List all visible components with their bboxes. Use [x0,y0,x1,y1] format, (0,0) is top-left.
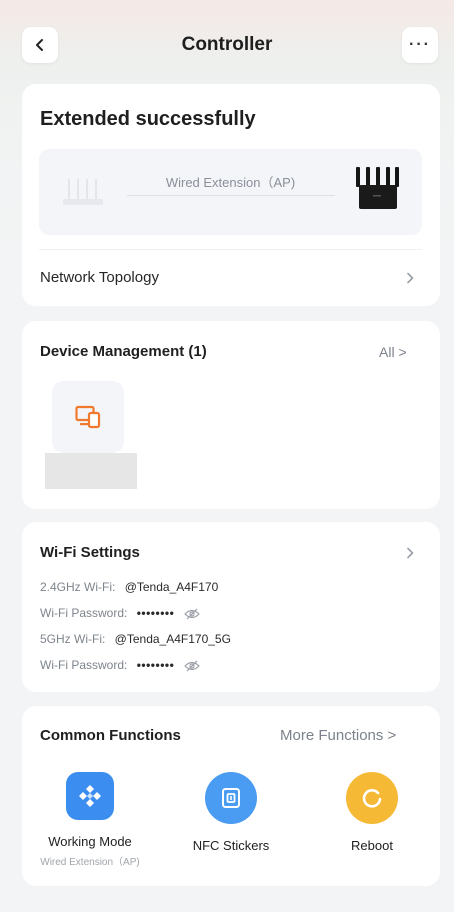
wifi-5-ssid: @Tenda_A4F170_5G [114,632,231,646]
device-management-title: Device Management (1) [40,343,207,360]
wifi-24-row: 2.4GHz Wi-Fi: @Tenda_A4F170 [40,580,218,594]
network-topology-label: Network Topology [40,269,159,286]
device-management-card: Device Management (1) All > [22,321,440,509]
working-mode-label: Working Mode [48,834,132,849]
eye-off-icon[interactable] [183,660,200,672]
working-mode-button[interactable]: Working Mode Wired Extension（AP) [30,772,150,868]
nfc-icon [205,772,257,824]
wifi-password-label: Wi-Fi Password: [40,658,128,672]
wifi-5-password-row: Wi-Fi Password: •••••••• [40,658,200,672]
wifi-24-password-row: Wi-Fi Password: •••••••• [40,606,200,620]
working-mode-icon [66,772,114,820]
extension-diagram: Wired Extension（AP) [39,149,422,235]
more-options-button[interactable]: ··· [402,27,438,63]
wifi-5-row: 5GHz Wi-Fi: @Tenda_A4F170_5G [40,632,231,646]
wifi-24-password: •••••••• [136,606,175,620]
status-title: Extended successfully [40,108,256,130]
working-mode-sublabel: Wired Extension（AP) [40,857,140,868]
wifi-24-label: 2.4GHz Wi-Fi: [40,580,116,594]
extension-status-card: Extended successfully Wired Extension（AP… [22,84,440,306]
network-topology-row[interactable]: Network Topology [22,250,440,306]
all-devices-link[interactable]: All > [379,344,407,360]
wifi-settings-title: Wi-Fi Settings [40,544,140,561]
wifi-24-ssid: @Tenda_A4F170 [124,580,219,594]
wifi-password-label: Wi-Fi Password: [40,606,128,620]
nfc-stickers-button[interactable]: NFC Stickers [171,772,291,853]
page-title: Controller [181,34,273,55]
connection-line [127,195,335,196]
chevron-right-icon [407,272,414,284]
devices-icon [75,405,101,429]
reboot-icon [346,772,398,824]
more-functions-link[interactable]: More Functions > [280,727,396,744]
wifi-5-password: •••••••• [136,658,175,672]
wifi-settings-card[interactable]: Wi-Fi Settings 2.4GHz Wi-Fi: @Tenda_A4F1… [22,522,440,692]
common-functions-title: Common Functions [40,727,181,744]
eye-off-icon[interactable] [183,608,200,620]
reboot-button[interactable]: Reboot [312,772,432,853]
common-functions-card: Common Functions More Functions > Workin… [22,706,440,886]
wifi-5-label: 5GHz Wi-Fi: [40,632,106,646]
top-bar: Controller ··· [0,0,454,90]
nfc-stickers-label: NFC Stickers [192,838,270,853]
main-router-icon [356,167,399,209]
device-tile[interactable] [52,381,124,453]
device-name-placeholder [45,453,137,489]
chevron-right-icon [407,547,414,559]
reboot-label: Reboot [351,838,393,853]
